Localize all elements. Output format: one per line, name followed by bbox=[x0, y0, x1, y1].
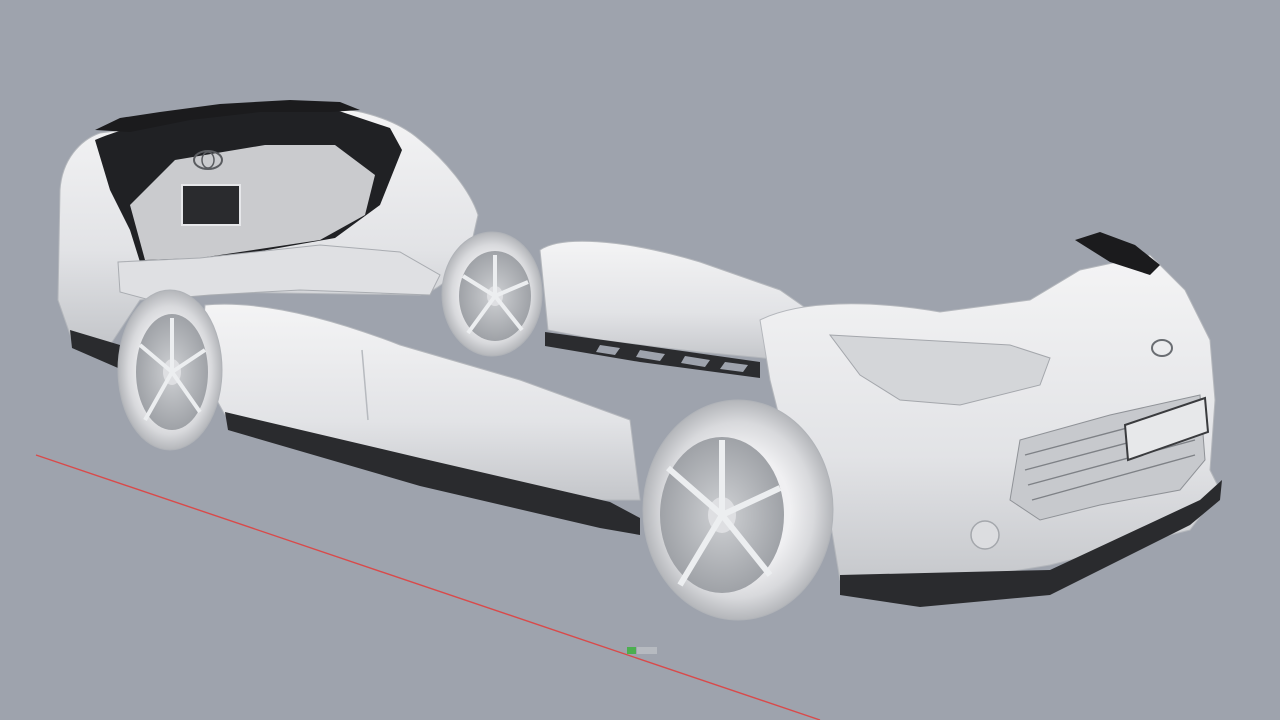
scene-canvas[interactable] bbox=[0, 0, 1280, 720]
wheel-rear-right[interactable] bbox=[441, 231, 543, 357]
wheel-front-left[interactable] bbox=[642, 399, 834, 621]
wheel-rear-left[interactable] bbox=[117, 289, 223, 451]
perspective-viewport[interactable] bbox=[0, 0, 1280, 720]
world-origin-gizmo bbox=[627, 647, 657, 654]
